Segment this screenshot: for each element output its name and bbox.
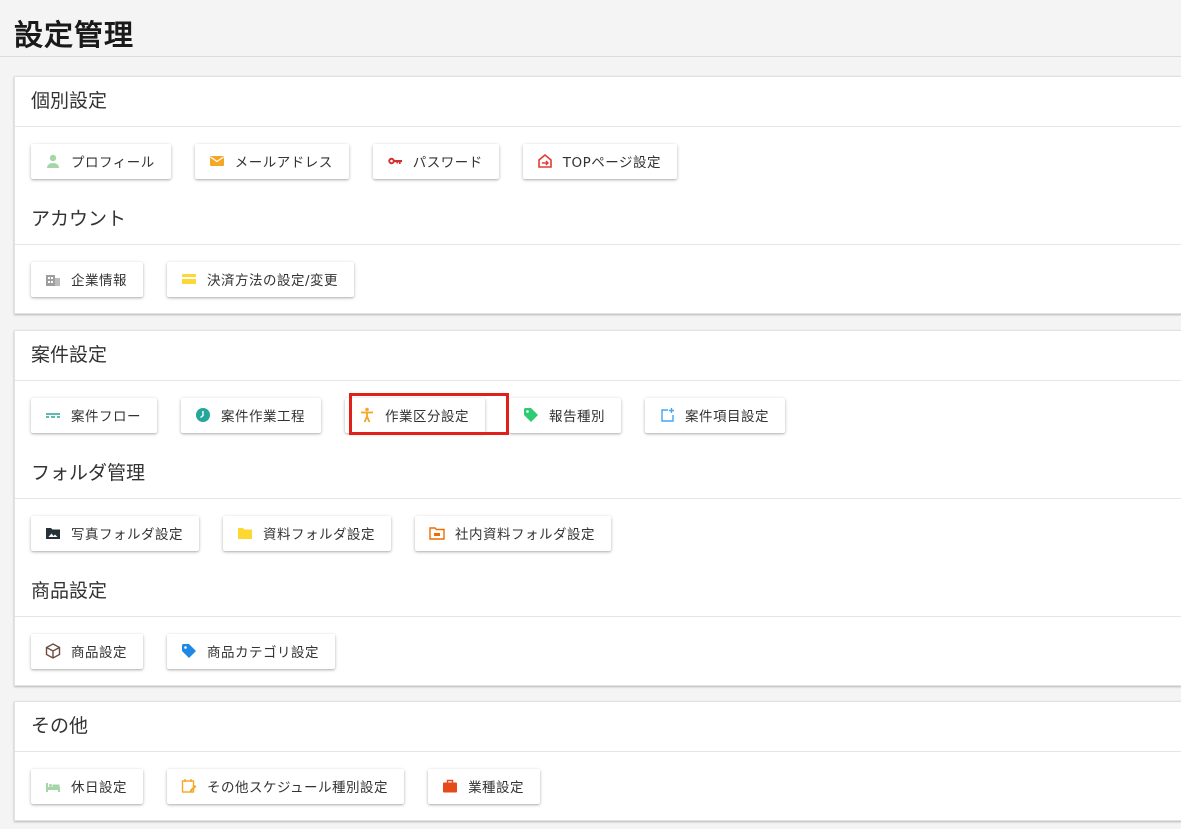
settings-button[interactable]: 休日設定: [31, 768, 143, 804]
settings-button[interactable]: メールアドレス: [194, 143, 349, 179]
mail-icon: [209, 153, 225, 169]
settings-button[interactable]: その他スケジュール種別設定: [167, 768, 405, 804]
settings-button[interactable]: 報告種別: [509, 397, 621, 433]
button-row: 写真フォルダ設定 資料フォルダ設定 社内資料フォルダ設定: [15, 499, 1181, 567]
settings-section: その他休日設定 その他スケジュール種別設定 業種設定: [15, 702, 1181, 820]
button-label: 企業情報: [71, 273, 127, 289]
home-arrow-icon: [537, 153, 553, 169]
button-label: 作業区分設定: [385, 409, 469, 425]
settings-button[interactable]: 案件作業工程: [181, 397, 321, 433]
settings-button[interactable]: パスワード: [372, 143, 499, 179]
key-icon: [387, 153, 403, 169]
settings-section: 商品設定 商品設定 商品カテゴリ設定: [15, 567, 1181, 685]
button-row: 案件フロー 案件作業工程 作業区分設定 報告種別 案件項目設定: [15, 381, 1181, 449]
settings-button[interactable]: プロフィール: [31, 143, 171, 179]
title-divider: [0, 56, 1181, 57]
section-title: フォルダ管理: [15, 449, 1181, 499]
flow-icon: [45, 407, 61, 423]
settings-button[interactable]: 業種設定: [428, 768, 541, 804]
button-label: 社内資料フォルダ設定: [455, 527, 595, 543]
settings-button[interactable]: 決済方法の設定/変更: [167, 261, 355, 297]
button-label: 案件項目設定: [685, 409, 769, 425]
settings-button[interactable]: 商品カテゴリ設定: [167, 633, 335, 669]
add-box-icon: [659, 407, 675, 423]
button-label: TOPページ設定: [562, 155, 661, 171]
section-title: 商品設定: [15, 567, 1181, 617]
settings-button[interactable]: 案件フロー: [31, 397, 157, 433]
settings-card: その他休日設定 その他スケジュール種別設定 業種設定: [14, 701, 1181, 821]
settings-button[interactable]: 企業情報: [31, 261, 143, 297]
section-title: 個別設定: [15, 77, 1181, 127]
button-label: パスワード: [412, 155, 483, 171]
settings-button[interactable]: TOPページ設定: [522, 143, 677, 179]
briefcase-icon: [442, 778, 458, 794]
photo-folder-icon: [45, 525, 61, 541]
label-icon: [181, 643, 197, 659]
button-label: 資料フォルダ設定: [263, 527, 375, 543]
section-title: アカウント: [15, 195, 1181, 245]
settings-section: 案件設定案件フロー 案件作業工程 作業区分設定 報告種別 案件項目設定: [15, 331, 1181, 449]
credit-card-icon: [181, 271, 197, 287]
folder-icon: [237, 525, 253, 541]
settings-button[interactable]: 作業区分設定: [345, 397, 485, 433]
button-row: 休日設定 その他スケジュール種別設定 業種設定: [15, 752, 1181, 820]
button-label: 案件フロー: [71, 409, 141, 425]
person-icon: [45, 153, 61, 169]
shared-folder-icon: [429, 525, 445, 541]
settings-button[interactable]: 商品設定: [31, 633, 143, 669]
button-label: その他スケジュール種別設定: [207, 780, 389, 796]
accessibility-icon: [359, 407, 375, 423]
section-title: その他: [15, 702, 1181, 752]
button-label: 報告種別: [549, 409, 605, 425]
settings-button[interactable]: 写真フォルダ設定: [31, 515, 199, 551]
button-label: 写真フォルダ設定: [71, 527, 183, 543]
section-title: 案件設定: [15, 331, 1181, 381]
page-title: 設定管理: [14, 18, 135, 52]
tag-icon: [523, 407, 539, 423]
settings-card: 個別設定プロフィール メールアドレス パスワード TOPページ設定アカウント企業情報 決…: [14, 76, 1181, 314]
building-icon: [45, 271, 61, 287]
settings-button[interactable]: 案件項目設定: [645, 397, 785, 433]
settings-section: アカウント企業情報 決済方法の設定/変更: [15, 195, 1181, 313]
button-label: 決済方法の設定/変更: [207, 273, 339, 289]
button-label: 案件作業工程: [221, 409, 305, 425]
button-label: プロフィール: [71, 155, 155, 171]
button-label: 業種設定: [468, 780, 525, 796]
clock-icon: [195, 407, 211, 423]
button-label: 休日設定: [71, 780, 127, 796]
settings-button[interactable]: 資料フォルダ設定: [223, 515, 391, 551]
button-label: 商品設定: [71, 645, 127, 661]
bed-icon: [45, 778, 61, 794]
settings-section: フォルダ管理写真フォルダ設定 資料フォルダ設定 社内資料フォルダ設定: [15, 449, 1181, 567]
settings-card: 案件設定 案件フロー 案件作業工程 作業区分設定 報告種別 案件項目設定 フォルダ管理 写真フ…: [14, 330, 1181, 686]
button-label: 商品カテゴリ設定: [207, 645, 319, 661]
box-icon: [45, 643, 61, 659]
button-row: 企業情報 決済方法の設定/変更: [15, 245, 1181, 313]
settings-section: 個別設定プロフィール メールアドレス パスワード TOPページ設定: [15, 77, 1181, 195]
button-label: メールアドレス: [234, 155, 333, 171]
settings-button[interactable]: 社内資料フォルダ設定: [415, 515, 611, 551]
button-row: 商品設定 商品カテゴリ設定: [15, 617, 1181, 685]
button-row: プロフィール メールアドレス パスワード TOPページ設定: [15, 127, 1181, 195]
calendar-edit-icon: [181, 778, 197, 794]
